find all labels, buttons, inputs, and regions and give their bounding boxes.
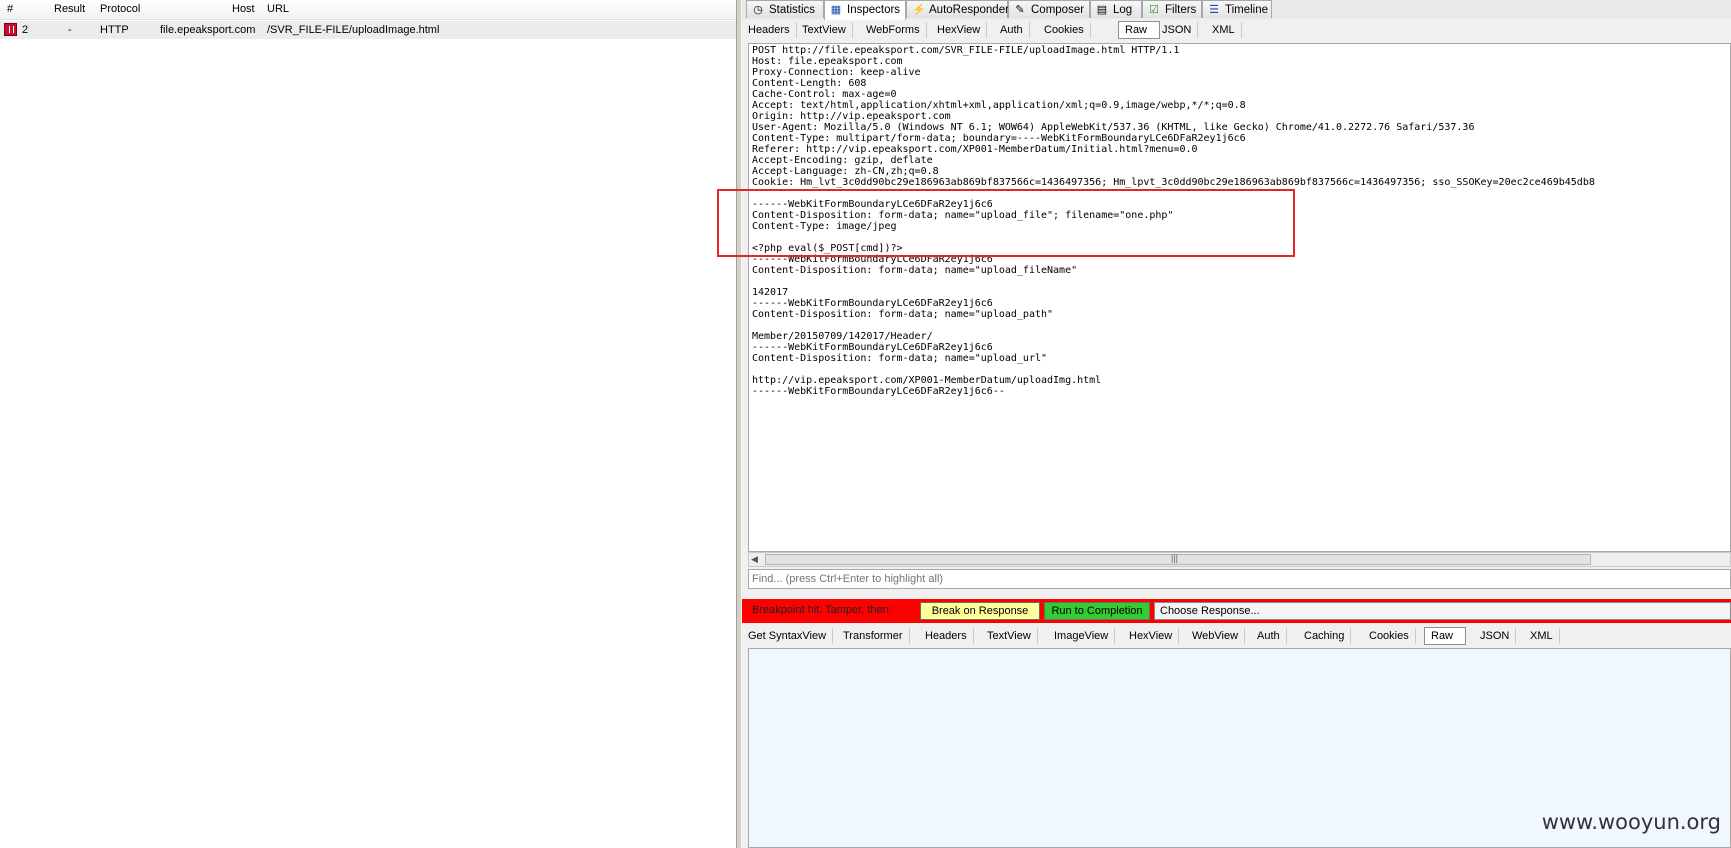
horizontal-scrollbar[interactable]: ◀ ||| [748,552,1731,567]
session-number: 2 [22,24,29,36]
request-tab-hexview[interactable]: HexView [931,22,988,38]
watermark: www.wooyun.org [1541,810,1721,834]
response-tab-caching[interactable]: Caching [1298,628,1352,644]
request-tab-cookies[interactable]: Cookies [1038,22,1091,38]
main-tab-bar: ◷ Statistics ▦ Inspectors ⚡ AutoResponde… [742,0,1731,20]
tab-log[interactable]: ▤ Log [1090,0,1142,18]
request-tab-bar: Headers TextView WebForms HexView Auth C… [742,19,1731,41]
session-result: - [68,24,72,36]
response-tab-syntaxview[interactable]: Get SyntaxView [742,628,834,644]
request-tab-webforms[interactable]: WebForms [860,22,927,38]
tab-composer[interactable]: ✎ Composer [1008,0,1090,18]
stopwatch-icon: ◷ [753,4,763,16]
request-tab-headers[interactable]: Headers [742,22,797,38]
response-tab-imageview[interactable]: ImageView [1048,628,1116,644]
response-tab-raw[interactable]: Raw [1424,627,1466,645]
timeline-icon: ☰ [1209,4,1219,16]
column-header-protocol[interactable]: Protocol [100,3,140,15]
choose-response-dropdown[interactable]: Choose Response... [1154,602,1731,620]
request-tab-json[interactable]: JSON [1156,22,1199,38]
column-header-result[interactable]: Result [54,3,85,15]
response-tab-auth[interactable]: Auth [1251,628,1287,644]
request-tab-raw[interactable]: Raw [1118,21,1160,39]
response-tab-headers[interactable]: Headers [919,628,974,644]
inspect-icon: ▦ [830,4,842,16]
pencil-icon: ✎ [1015,4,1025,16]
grip-icon: ||| [1171,553,1179,563]
session-host: file.epeaksport.com [160,24,256,36]
request-tab-textview[interactable]: TextView [796,22,853,38]
column-header-number[interactable]: # [7,3,13,15]
request-tab-auth[interactable]: Auth [994,22,1030,38]
break-on-response-button[interactable]: Break on Response [920,602,1040,620]
checkbox-icon: ☑ [1149,4,1159,16]
tab-filters[interactable]: ☑ Filters [1142,0,1202,18]
lightning-icon: ⚡ [912,4,926,16]
find-input[interactable] [752,571,1722,586]
raw-request-view[interactable]: POST http://file.epeaksport.com/SVR_FILE… [748,43,1731,552]
find-bar [748,569,1731,589]
scroll-left-icon[interactable]: ◀ [751,553,758,566]
tab-timeline[interactable]: ☰ Timeline [1202,0,1272,18]
response-tab-hexview[interactable]: HexView [1123,628,1180,644]
scrollbar-thumb[interactable]: ||| [765,553,1591,565]
response-tab-bar: Get SyntaxView Transformer Headers TextV… [742,625,1731,647]
response-tab-cookies[interactable]: Cookies [1363,628,1416,644]
inspector-pane: ◷ Statistics ▦ Inspectors ⚡ AutoResponde… [742,0,1731,848]
response-tab-json[interactable]: JSON [1474,628,1517,644]
tab-autoresponder[interactable]: ⚡ AutoResponder [906,0,1009,18]
response-tab-textview[interactable]: TextView [981,628,1038,644]
response-tab-xml[interactable]: XML [1524,628,1560,644]
tab-inspectors[interactable]: ▦ Inspectors [824,0,906,20]
response-tab-transformer[interactable]: Transformer [837,628,910,644]
column-header-url[interactable]: URL [267,3,289,15]
column-header-host[interactable]: Host [232,3,255,15]
response-tab-webview[interactable]: WebView [1186,628,1246,644]
breakpoint-bar: Breakpoint hit. Tamper, then: Break on R… [742,599,1731,623]
breakpoint-icon [4,23,17,36]
session-list: # Result Protocol Host URL 2 - HTTP file… [0,0,736,848]
highlight-annotation-box [717,189,1295,257]
request-tab-xml[interactable]: XML [1206,22,1242,38]
session-list-header: # Result Protocol Host URL [0,0,736,20]
session-url: /SVR_FILE-FILE/uploadImage.html [267,24,440,36]
tab-statistics[interactable]: ◷ Statistics [746,0,824,18]
run-to-completion-button[interactable]: Run to Completion [1044,602,1150,620]
log-icon: ▤ [1096,4,1108,16]
session-row[interactable]: 2 - HTTP file.epeaksport.com /SVR_FILE-F… [0,21,736,39]
breakpoint-message: Breakpoint hit. Tamper, then: [752,604,892,616]
session-protocol: HTTP [100,24,129,36]
